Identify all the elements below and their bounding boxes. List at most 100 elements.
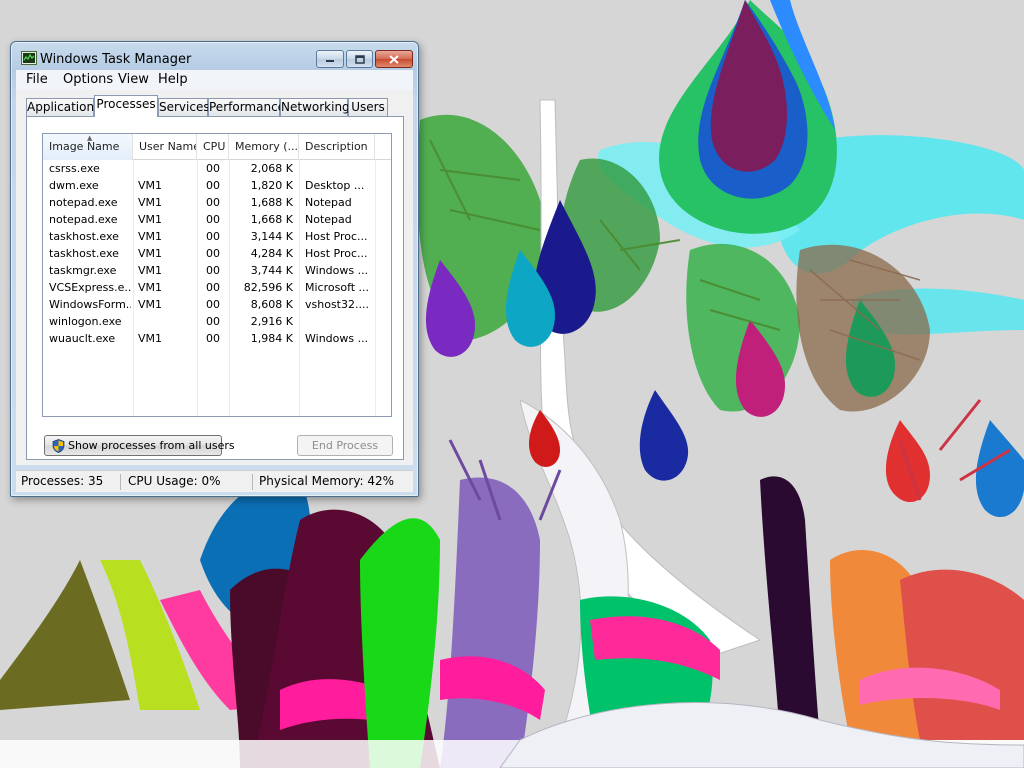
cell-memory: 2,916 K (250, 315, 293, 328)
status-physical-memory: Physical Memory: 42% (259, 474, 395, 488)
table-row[interactable]: taskhost.exe VM1 00 4,284 K Host Proc... (43, 245, 391, 262)
column-header-cpu[interactable]: CPU (197, 134, 229, 160)
table-row[interactable]: WindowsForm... VM1 00 8,608 K vshost32.... (43, 296, 391, 313)
task-manager-window: Windows Task Manager File Options View H… (10, 41, 419, 497)
table-row[interactable]: csrss.exe 00 2,068 K (43, 160, 391, 177)
cell-image-name: taskhost.exe (49, 247, 119, 260)
tab-processes[interactable]: Processes (94, 95, 158, 117)
task-manager-icon (21, 51, 37, 65)
tab-services[interactable]: Services (158, 98, 210, 116)
cell-memory: 3,144 K (250, 230, 293, 243)
cell-memory: 3,744 K (250, 264, 293, 277)
minimize-button[interactable] (316, 50, 344, 68)
cell-user-name: VM1 (138, 264, 163, 277)
cell-image-name: taskhost.exe (49, 230, 119, 243)
close-icon (389, 54, 399, 64)
menu-help[interactable]: Help (158, 72, 188, 87)
maximize-icon (354, 54, 365, 64)
processes-panel: ▲ Image Name User Name CPU Memory (... D… (26, 116, 404, 460)
cell-description: Desktop ... (305, 179, 365, 192)
cell-user-name: VM1 (138, 213, 163, 226)
cell-image-name: csrss.exe (49, 162, 100, 175)
cell-cpu: 00 (206, 298, 220, 311)
cell-image-name: VCSExpress.e... (49, 281, 131, 294)
cell-user-name: VM1 (138, 281, 163, 294)
table-row[interactable]: notepad.exe VM1 00 1,668 K Notepad (43, 211, 391, 228)
cell-description: Notepad (305, 196, 352, 209)
cell-cpu: 00 (206, 332, 220, 345)
cell-description: Notepad (305, 213, 352, 226)
cell-memory: 8,608 K (250, 298, 293, 311)
status-divider (252, 474, 253, 490)
column-header-user-name[interactable]: User Name (133, 134, 197, 160)
column-header-description[interactable]: Description (299, 134, 375, 160)
tab-networking[interactable]: Networking (280, 98, 350, 116)
table-row[interactable]: winlogon.exe 00 2,916 K (43, 313, 391, 330)
column-header-image-name[interactable]: ▲ Image Name (43, 134, 133, 160)
menu-view[interactable]: View (118, 72, 149, 87)
cell-image-name: notepad.exe (49, 213, 118, 226)
table-row[interactable]: taskmgr.exe VM1 00 3,744 K Windows ... (43, 262, 391, 279)
cell-user-name: VM1 (138, 179, 163, 192)
cell-user-name: VM1 (138, 230, 163, 243)
cell-cpu: 00 (206, 213, 220, 226)
menu-options[interactable]: Options (63, 72, 113, 87)
maximize-button[interactable] (346, 50, 373, 68)
cell-cpu: 00 (206, 179, 220, 192)
tab-users[interactable]: Users (348, 98, 388, 116)
cell-description: Host Proc... (305, 230, 368, 243)
cell-cpu: 00 (206, 230, 220, 243)
menu-file[interactable]: File (26, 72, 48, 87)
cell-memory: 1,820 K (250, 179, 293, 192)
table-row[interactable]: dwm.exe VM1 00 1,820 K Desktop ... (43, 177, 391, 194)
cell-image-name: wuauclt.exe (49, 332, 116, 345)
close-button[interactable] (375, 50, 413, 68)
process-rows: csrss.exe 00 2,068 K dwm.exe VM1 00 1,820 K Des… (43, 160, 391, 347)
cell-memory: 2,068 K (250, 162, 293, 175)
table-row[interactable]: wuauclt.exe VM1 00 1,984 K Windows ... (43, 330, 391, 347)
cell-memory: 4,284 K (250, 247, 293, 260)
minimize-icon (326, 60, 334, 62)
show-all-processes-button[interactable]: Show processes from all users (44, 435, 235, 456)
end-process-button[interactable]: End Process (297, 435, 393, 456)
tab-applications[interactable]: Applications (26, 98, 100, 116)
cell-cpu: 00 (206, 315, 220, 328)
sort-ascending-icon: ▲ (87, 134, 93, 142)
cell-cpu: 00 (206, 264, 220, 277)
menu-bar: File Options View Help (16, 70, 413, 90)
cell-image-name: notepad.exe (49, 196, 118, 209)
cell-user-name: VM1 (138, 298, 163, 311)
cell-image-name: winlogon.exe (49, 315, 122, 328)
status-divider (120, 474, 121, 490)
show-all-processes-label: Show processes from all users (68, 439, 235, 452)
status-bar: Processes: 35 CPU Usage: 0% Physical Mem… (16, 470, 413, 492)
cell-cpu: 00 (206, 247, 220, 260)
cell-description: Windows ... (305, 264, 369, 277)
client-area: Applications Processes Services Performa… (16, 90, 413, 465)
cell-description: vshost32.... (305, 298, 369, 311)
table-row[interactable]: VCSExpress.e... VM1 00 82,596 K Microsoft ..… (43, 279, 391, 296)
title-bar[interactable]: Windows Task Manager (11, 42, 418, 70)
table-row[interactable]: notepad.exe VM1 00 1,688 K Notepad (43, 194, 391, 211)
cell-image-name: WindowsForm... (49, 298, 131, 311)
status-processes: Processes: 35 (21, 474, 104, 488)
cell-description: Host Proc... (305, 247, 368, 260)
cell-image-name: taskmgr.exe (49, 264, 117, 277)
cell-cpu: 00 (206, 281, 220, 294)
cell-cpu: 00 (206, 196, 220, 209)
cell-user-name: VM1 (138, 332, 163, 345)
cell-user-name: VM1 (138, 196, 163, 209)
list-header: ▲ Image Name User Name CPU Memory (... D… (43, 134, 391, 160)
cell-memory: 1,688 K (250, 196, 293, 209)
tab-performance[interactable]: Performance (208, 98, 285, 116)
cell-memory: 82,596 K (243, 281, 293, 294)
cell-memory: 1,668 K (250, 213, 293, 226)
cell-cpu: 00 (206, 162, 220, 175)
cell-description: Microsoft ... (305, 281, 370, 294)
column-header-memory[interactable]: Memory (... (229, 134, 299, 160)
uac-shield-icon (52, 439, 65, 453)
table-row[interactable]: taskhost.exe VM1 00 3,144 K Host Proc... (43, 228, 391, 245)
status-cpu-usage: CPU Usage: 0% (128, 474, 221, 488)
process-list[interactable]: ▲ Image Name User Name CPU Memory (... D… (42, 133, 392, 417)
cell-description: Windows ... (305, 332, 369, 345)
